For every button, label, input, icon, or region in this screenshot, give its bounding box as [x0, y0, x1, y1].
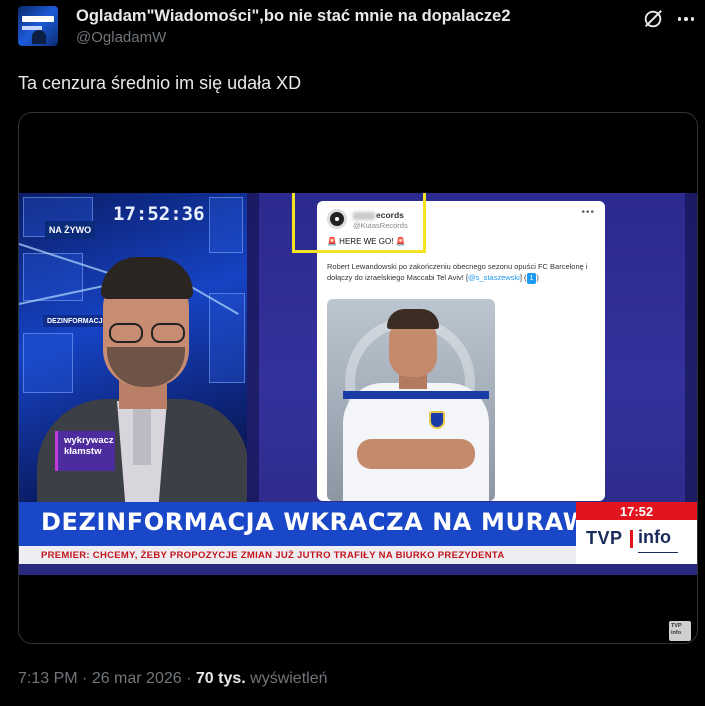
presenter-glasses: [107, 323, 189, 345]
views-label: wyświetleń: [250, 670, 328, 687]
tweet-meta: 7:13 PM · 26 mar 2026 · 70 tys. wyświetl…: [18, 670, 328, 688]
player-hair: [387, 309, 439, 329]
tweet-text: Ta cenzura średnio im się udała XD: [18, 73, 302, 93]
channel-logo-underline: [638, 552, 678, 553]
lower-third-title: DEZINFORMACJA WKRACZA NA MURAWĘ: [41, 508, 607, 536]
jersey-stripe: [343, 391, 489, 399]
channel-logo-divider: [630, 530, 633, 548]
lower-third-bar: DEZINFORMACJA WKRACZA NA MURAWĘ: [19, 502, 606, 546]
presenter-collar: [133, 405, 151, 465]
channel-logo-info: info: [638, 527, 671, 547]
tweet-time[interactable]: 7:13 PM: [18, 670, 78, 687]
watermark-logo: TVP info: [669, 621, 691, 641]
views-count[interactable]: 70 tys.: [196, 670, 246, 687]
meta-separator: ·: [77, 670, 92, 687]
embedded-pill: 1: [526, 273, 537, 284]
embedded-more-icon: •••: [581, 207, 595, 218]
embedded-photo: [327, 299, 495, 501]
avatar-figure: [32, 30, 46, 44]
embedded-body-text: Robert Lewandowski po zakończeniu obecne…: [327, 262, 588, 282]
embedded-body: Robert Lewandowski po zakończeniu obecne…: [327, 261, 597, 284]
tweet-date[interactable]: 26 mar 2026: [92, 670, 182, 687]
author-avatar[interactable]: [18, 6, 58, 46]
bottom-strip: [19, 564, 697, 575]
highlight-box: [292, 193, 426, 253]
embedded-mention: @s_staszewski: [468, 273, 520, 282]
lie-detector-badge: wykrywacz kłamstw: [55, 431, 115, 471]
lower-third-ticker: PREMIER: CHCEMY, ŻEBY PROPOZYCJE ZMIAN J…: [41, 550, 505, 561]
presenter-hair: [101, 257, 193, 299]
grok-icon[interactable]: [642, 8, 664, 30]
author-display-name[interactable]: Ogladam"Wiadomości",bo nie stać mnie na …: [76, 6, 511, 26]
tweet-media[interactable]: 17:52:36 NA ŻYWO DEZINFORMACJA WKRA wykr…: [18, 112, 698, 644]
channel-logo-tvp: TVP: [586, 528, 623, 548]
jersey-badge-icon: [429, 411, 445, 429]
more-icon[interactable]: [674, 8, 698, 30]
author-handle[interactable]: @OgladamW: [76, 28, 511, 48]
tweet-header: Ogladam"Wiadomości",bo nie stać mnie na …: [18, 6, 698, 46]
video-frame[interactable]: 17:52:36 NA ŻYWO DEZINFORMACJA WKRA wykr…: [19, 193, 697, 575]
avatar-stripe: [22, 16, 54, 22]
meta-separator: ·: [181, 670, 196, 687]
channel-logo: TVP info: [576, 520, 697, 564]
studio-clock: 17:52:36: [113, 203, 205, 225]
author-names: Ogladam"Wiadomości",bo nie stać mnie na …: [76, 6, 511, 48]
embedded-body-text-2: ] (: [519, 273, 527, 282]
crossed-arms-shape: [357, 439, 475, 469]
embedded-body-end: ): [536, 273, 539, 282]
lower-third-time: 17:52: [619, 503, 654, 519]
